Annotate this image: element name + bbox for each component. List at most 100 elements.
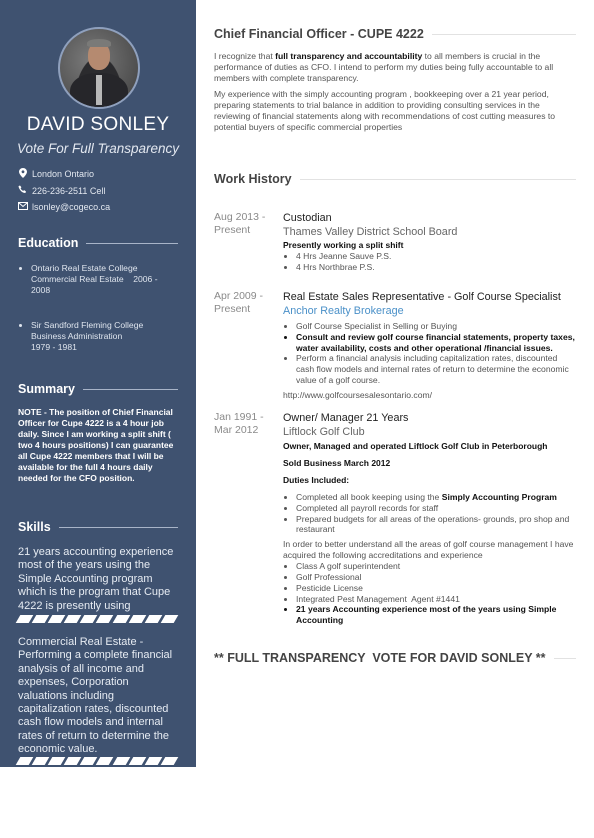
job-dates: Apr 2009 - Present xyxy=(214,290,278,315)
list-item: 4 Hrs Northbrae P.S. xyxy=(296,262,577,273)
job-dates: Jan 1991 - Mar 2012 xyxy=(214,411,278,436)
work-history-section: Work History xyxy=(214,172,576,186)
skill-level-bar xyxy=(15,757,179,765)
skill-level-segment xyxy=(128,757,147,765)
list-item: Completed all book keeping using the Sim… xyxy=(296,492,577,503)
skill-level-segment xyxy=(144,615,163,623)
heading-divider xyxy=(299,178,576,180)
skill-level-segment xyxy=(160,757,179,765)
heading-divider xyxy=(431,33,576,35)
date-end: Present xyxy=(214,223,251,236)
date-end: Mar 2012 xyxy=(214,423,259,436)
date-start: Jan 1991 - xyxy=(214,411,264,423)
summary-text: NOTE - The position of Chief Financial O… xyxy=(18,407,174,483)
list-item: Golf Course Specialist in Selling or Buy… xyxy=(296,321,577,332)
job-bullets: Golf Course Specialist in Selling or Buy… xyxy=(283,321,577,386)
heading-divider xyxy=(553,657,576,659)
profile-photo xyxy=(58,27,140,109)
summary-heading: Summary xyxy=(18,382,178,396)
list-item: Consult and review golf course financial… xyxy=(296,332,577,354)
heading-divider xyxy=(86,242,178,244)
objective-paragraph-2: My experience with the simply accounting… xyxy=(214,89,556,132)
photo-tie xyxy=(96,75,102,105)
contact-phone: 226-236-2511 Cell xyxy=(18,185,105,196)
education-list: Ontario Real Estate College Commercial R… xyxy=(18,263,178,377)
skill-item: 21 years accounting experience most of t… xyxy=(18,546,174,612)
list-item: Pesticide License xyxy=(296,583,577,594)
heading-divider xyxy=(82,388,178,390)
envelope-icon xyxy=(18,202,28,212)
location-text: London Ontario xyxy=(32,169,95,179)
job-paragraph: In order to better understand all the ar… xyxy=(283,539,574,561)
skill-level-segment xyxy=(15,615,34,623)
skill-level-segment xyxy=(112,757,130,765)
date-start: Aug 2013 - xyxy=(214,211,266,223)
skills-heading: Skills xyxy=(18,520,178,534)
job-dates: Aug 2013 - Present xyxy=(214,211,278,236)
skill-level-segment xyxy=(144,757,163,765)
job-subhead: Sold Business March 2012 xyxy=(283,458,391,468)
heading-divider xyxy=(58,526,178,528)
list-item: 21 years Accounting experience most of t… xyxy=(296,604,577,626)
education-school: Ontario Real Estate College xyxy=(31,263,138,273)
skills-heading-text: Skills xyxy=(18,520,51,534)
list-item: Completed all payroll records for staff xyxy=(296,503,577,514)
education-heading-text: Education xyxy=(18,236,79,250)
education-years: 2008 xyxy=(31,285,51,295)
list-item: Prepared budgets for all areas of the op… xyxy=(296,514,577,536)
list-item: 4 Hrs Jeanne Sauve P.S. xyxy=(296,251,577,262)
summary-heading-text: Summary xyxy=(18,382,75,396)
candidate-name: DAVID SONLEY xyxy=(26,114,170,135)
work-history-heading-text: Work History xyxy=(214,172,292,186)
job-title: Owner/ Manager 21 Years xyxy=(283,412,409,424)
skill-level-segment xyxy=(128,615,147,623)
skill-level-segment xyxy=(96,615,114,623)
footer-heading: ** FULL TRANSPARENCY VOTE FOR DAVID SONL… xyxy=(214,651,576,665)
job-title: Custodian xyxy=(283,212,332,224)
location-pin-icon xyxy=(18,168,27,180)
date-start: Apr 2009 - xyxy=(214,290,264,302)
job-company-link[interactable]: Anchor Realty Brokerage xyxy=(283,304,577,319)
contact-location: London Ontario xyxy=(18,168,94,180)
job-details: Owner/ Manager 21 Years Liftlock Golf Cl… xyxy=(283,411,577,626)
objective-section: Chief Financial Officer - CUPE 4222 I re… xyxy=(214,27,576,133)
photo-hair xyxy=(87,39,111,47)
skill-level-segment xyxy=(96,757,114,765)
job-subhead: Duties Included: xyxy=(283,475,350,485)
job-title: Real Estate Sales Representative - Golf … xyxy=(283,291,561,303)
skill-item: Commercial Real Estate - Performing a co… xyxy=(18,636,173,756)
job-subhead: Presently working a split shift xyxy=(283,240,404,250)
skill-level-segment xyxy=(15,757,34,765)
list-item: Perform a financial analysis including c… xyxy=(296,353,577,385)
work-history-heading: Work History xyxy=(214,172,576,186)
phone-text: 226-236-2511 Cell xyxy=(32,185,106,196)
objective-paragraph-1: I recognize that full transparency and a… xyxy=(214,51,576,84)
job-company: Thames Valley District School Board xyxy=(283,226,458,238)
education-heading: Education xyxy=(18,236,178,250)
education-item: Ontario Real Estate College Commercial R… xyxy=(31,263,178,296)
text: Completed all book keeping using the xyxy=(296,492,442,502)
job-duties: Completed all book keeping using the Sim… xyxy=(283,492,577,535)
job-bullets: 4 Hrs Jeanne Sauve P.S. 4 Hrs Northbrae … xyxy=(283,251,577,273)
job-subhead: Owner, Managed and operated Liftlock Gol… xyxy=(283,441,548,451)
job-details: Real Estate Sales Representative - Golf … xyxy=(283,290,577,401)
list-item: Golf Professional xyxy=(296,572,577,583)
education-program: Business Administration xyxy=(31,331,123,341)
phone-icon xyxy=(18,185,27,196)
job-details: Custodian Thames Valley District School … xyxy=(283,211,577,273)
education-program: Commercial Real Estate 2006 - xyxy=(31,274,158,284)
list-item: Integrated Pest Management Agent #1441 xyxy=(296,594,577,605)
objective-heading: Chief Financial Officer - CUPE 4222 xyxy=(214,27,576,41)
job-url[interactable]: http://www.golfcoursesalesontario.com/ xyxy=(283,390,577,401)
sidebar: DAVID SONLEY Vote For Full Transparency … xyxy=(0,0,196,767)
email-link[interactable]: lsonley@cogeco.ca xyxy=(32,202,110,212)
tagline: Vote For Full Transparency xyxy=(16,141,180,156)
education-item: Sir Sandford Fleming College Business Ad… xyxy=(31,320,178,353)
footer-section: ** FULL TRANSPARENCY VOTE FOR DAVID SONL… xyxy=(214,651,576,665)
bold-text: full transparency and accountability xyxy=(275,51,423,61)
education-school: Sir Sandford Fleming College xyxy=(31,320,144,330)
contact-email: lsonley@cogeco.ca xyxy=(18,202,110,212)
education-years: 1979 - 1981 xyxy=(31,342,77,352)
objective-heading-text: Chief Financial Officer - CUPE 4222 xyxy=(214,27,424,41)
bold-text: Simply Accounting Program xyxy=(441,492,557,502)
